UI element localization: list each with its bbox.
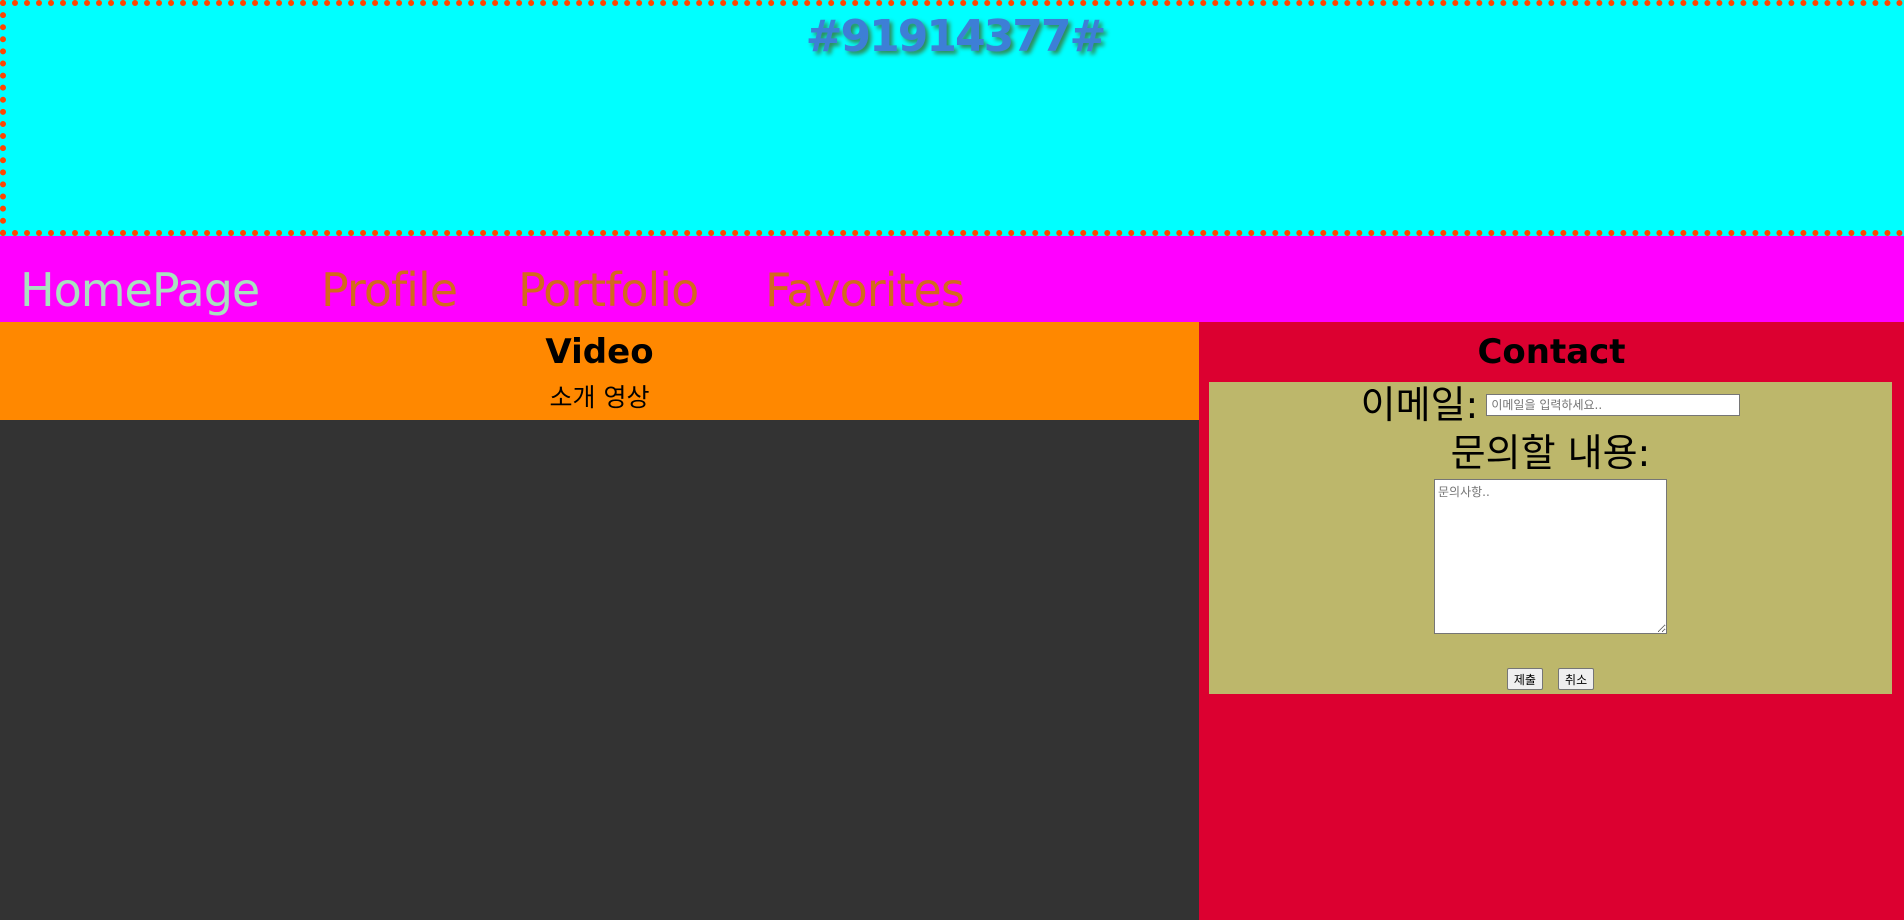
nav-item-favorites[interactable]: Favorites: [765, 260, 965, 320]
email-input[interactable]: [1486, 394, 1741, 416]
contact-title: Contact: [1477, 332, 1626, 372]
form-buttons: 제출 취소: [1209, 668, 1892, 690]
video-subtitle: 소개 영상: [549, 383, 650, 412]
navigation-bar: HomePage Profile Portfolio Favorites: [0, 236, 1904, 322]
email-label: 이메일:: [1360, 383, 1479, 427]
email-row: 이메일:: [1209, 382, 1892, 428]
video-title: Video: [545, 332, 654, 372]
submit-button[interactable]: 제출: [1506, 668, 1543, 690]
site-title: #91914377#: [805, 11, 1107, 62]
nav-item-homepage[interactable]: HomePage: [20, 260, 260, 320]
contact-form: 이메일: 문의할 내용: 제출 취소: [1209, 382, 1892, 694]
nav-item-portfolio[interactable]: Portfolio: [518, 260, 699, 320]
cancel-button[interactable]: 취소: [1558, 668, 1595, 690]
message-label: 문의할 내용:: [1450, 431, 1651, 475]
message-textarea[interactable]: [1434, 479, 1667, 634]
video-header: Video 소개 영상: [0, 322, 1199, 420]
site-header: #91914377#: [0, 0, 1904, 236]
video-section: Video 소개 영상: [0, 322, 1199, 920]
nav-item-profile[interactable]: Profile: [321, 260, 458, 320]
contact-section: Contact 이메일: 문의할 내용: 제출 취소: [1199, 322, 1904, 920]
